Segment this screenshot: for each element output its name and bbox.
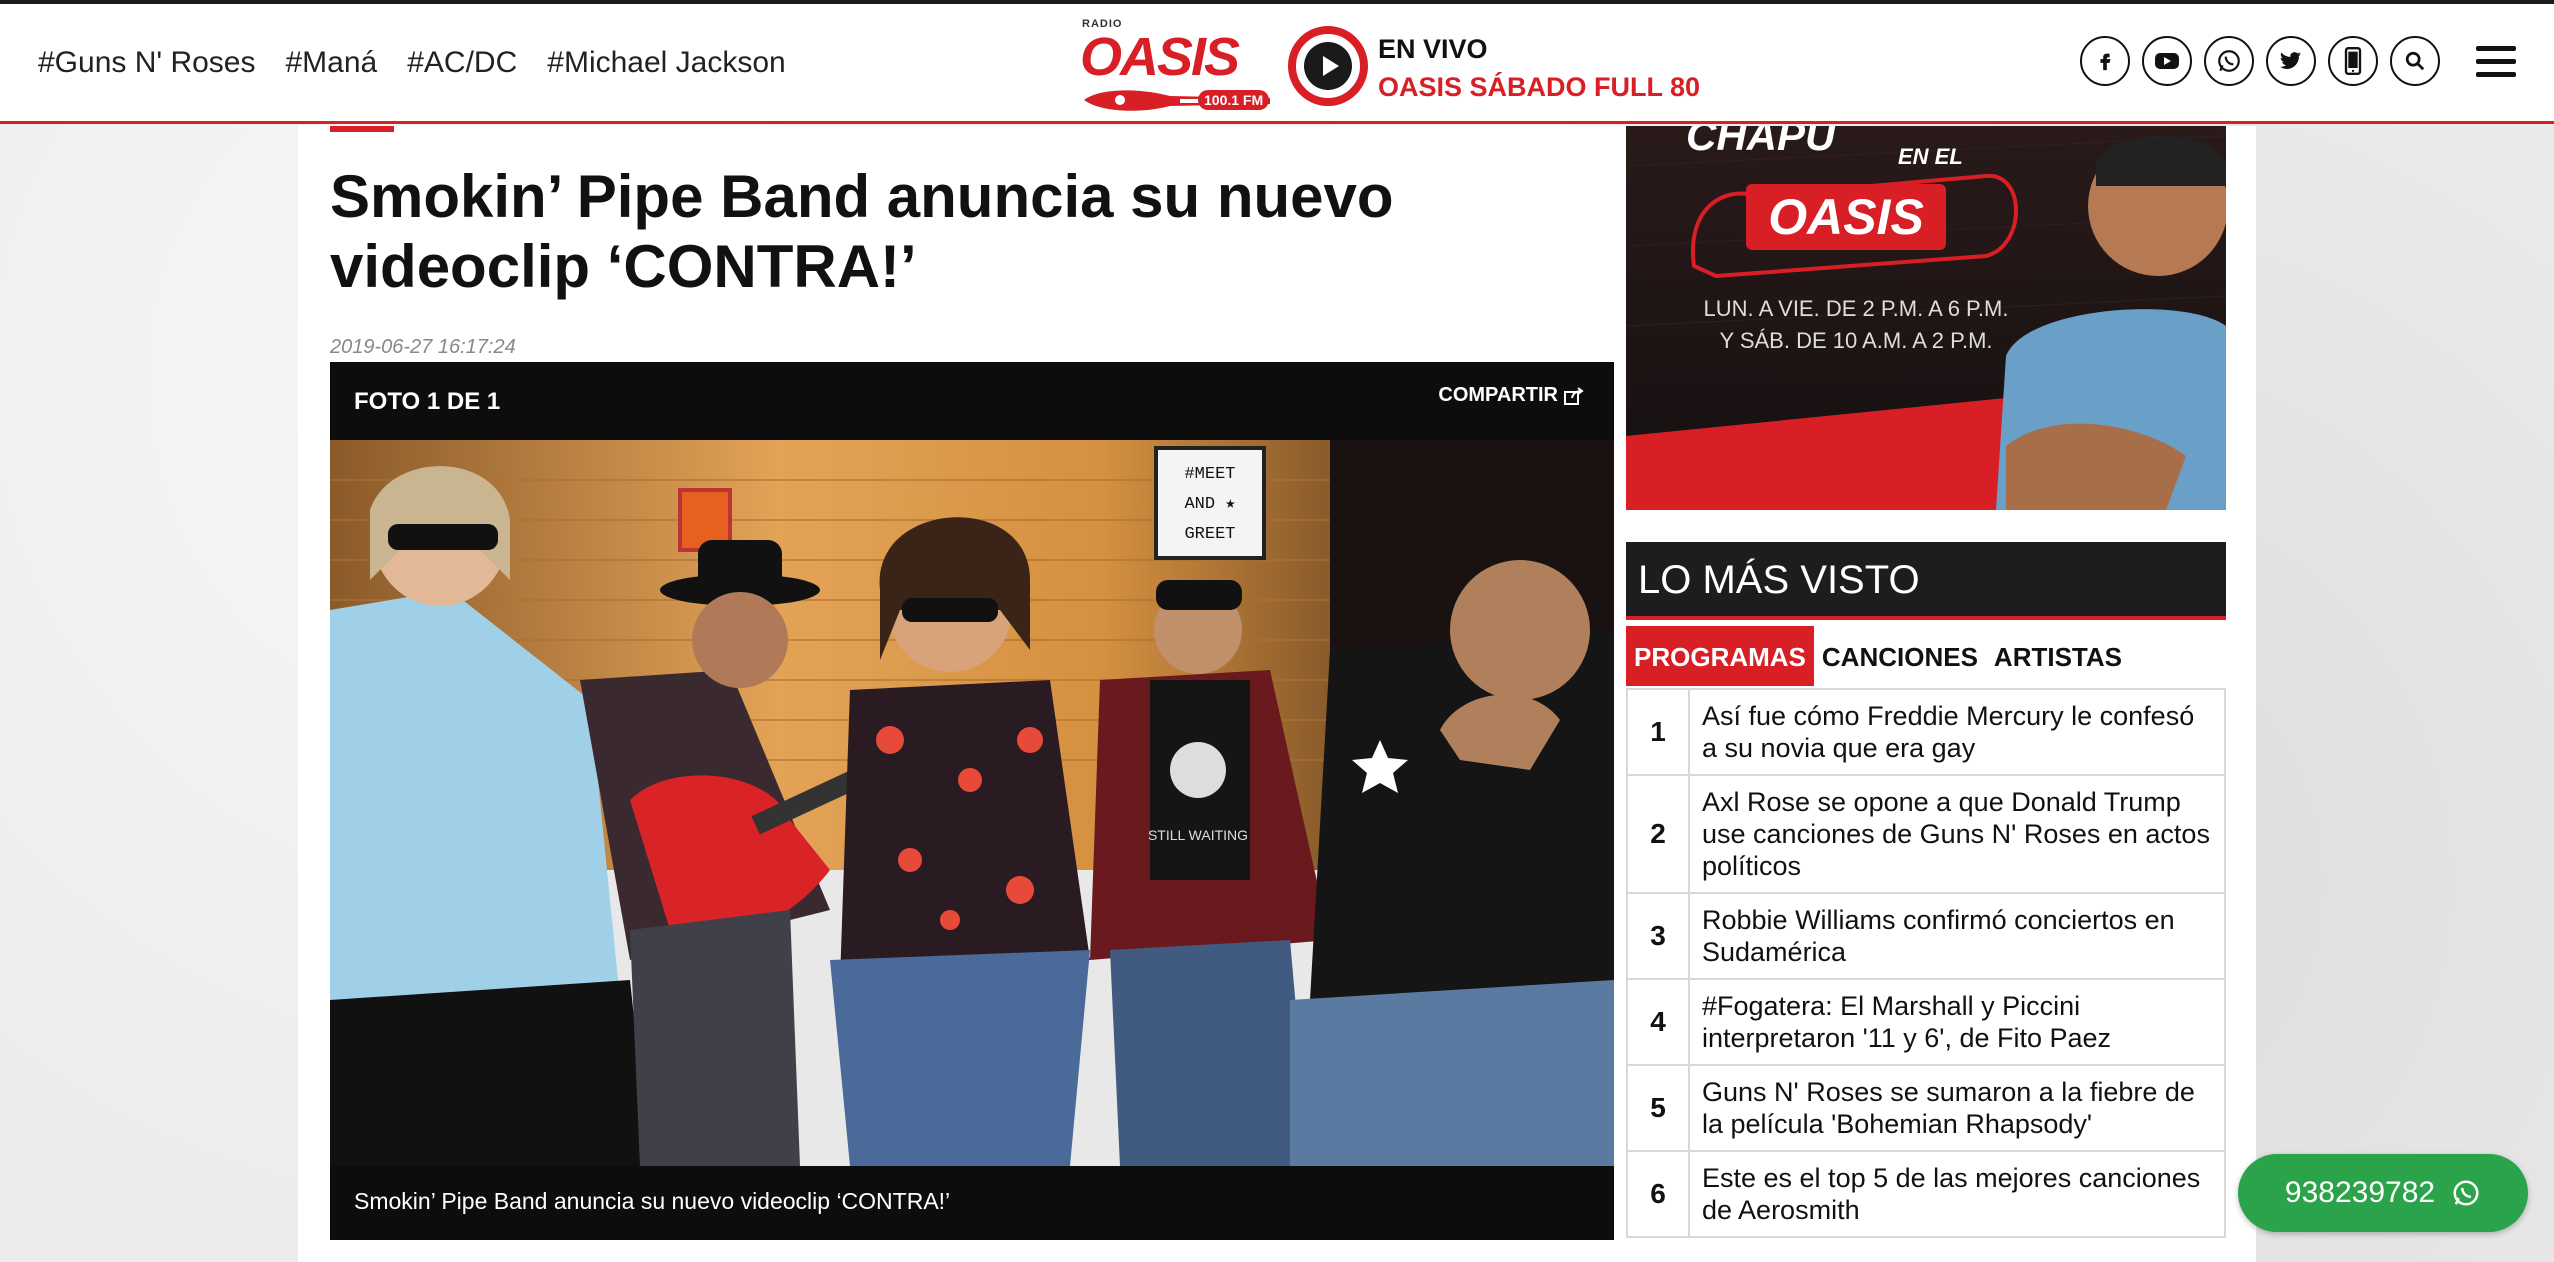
tag-link[interactable]: #Michael Jackson xyxy=(547,46,785,80)
trending-tags: #Guns N' Roses #Maná #AC/DC #Michael Jac… xyxy=(38,46,786,80)
whatsapp-contact-button[interactable]: 938239782 xyxy=(2238,1154,2528,1232)
ad-schedule-1: LUN. A VIE. DE 2 P.M. A 6 P.M. xyxy=(1704,296,2009,321)
item-rank: 3 xyxy=(1628,894,1690,978)
tag-link[interactable]: #Maná xyxy=(286,46,378,80)
logo-frequency: 100.1 FM xyxy=(1198,90,1270,110)
ad-banner[interactable]: CHAPU EN EL OASIS LUN. A VIE. DE 2 P.M. … xyxy=(1626,126,2226,510)
item-rank: 2 xyxy=(1628,776,1690,892)
most-viewed-list: 1 Así fue cómo Freddie Mercury le confes… xyxy=(1626,688,2226,1238)
sign-line-1: #MEET xyxy=(1184,465,1235,484)
youtube-icon[interactable] xyxy=(2142,36,2192,86)
article-date: 2019-06-27 16:17:24 xyxy=(330,336,516,358)
site-header: #Guns N' Roses #Maná #AC/DC #Michael Jac… xyxy=(0,4,2554,124)
photo-caption: Smokin’ Pipe Band anuncia su nuevo video… xyxy=(354,1188,951,1214)
photo-gallery: FOTO 1 DE 1 COMPARTIR #MEET AND ★ GREET … xyxy=(330,362,1614,1240)
menu-icon[interactable] xyxy=(2476,46,2516,78)
tab-artistas[interactable]: ARTISTAS xyxy=(1986,626,2130,686)
sign-line-3: GREET xyxy=(1184,525,1235,544)
facebook-icon[interactable] xyxy=(2080,36,2130,86)
tag-link[interactable]: #AC/DC xyxy=(407,46,517,80)
gallery-counter: FOTO 1 DE 1 xyxy=(354,388,501,415)
mobile-icon[interactable] xyxy=(2328,36,2378,86)
tab-canciones[interactable]: CANCIONES xyxy=(1814,626,1986,686)
share-label: COMPARTIR xyxy=(1438,384,1558,406)
ad-line-1: CHAPU xyxy=(1686,126,1837,159)
svg-text:STILL WAITING: STILL WAITING xyxy=(1148,827,1248,843)
list-item[interactable]: 4 #Fogatera: El Marshall y Piccini inter… xyxy=(1626,980,2226,1066)
whatsapp-icon[interactable] xyxy=(2204,36,2254,86)
item-rank: 1 xyxy=(1628,690,1690,774)
item-rank: 5 xyxy=(1628,1066,1690,1150)
share-icon xyxy=(1564,386,1584,405)
radio-oasis-logo[interactable]: RADIO OASIS 100.1 FM xyxy=(1080,14,1280,118)
list-item[interactable]: 6 Este es el top 5 de las mejores cancio… xyxy=(1626,1152,2226,1238)
tag-link[interactable]: #Guns N' Roses xyxy=(38,46,256,80)
item-title: Axl Rose se opone a que Donald Trump use… xyxy=(1702,787,2210,881)
ad-schedule-2: Y SÁB. DE 10 A.M. A 2 P.M. xyxy=(1719,328,1992,353)
item-title: Este es el top 5 de las mejores cancione… xyxy=(1702,1163,2201,1225)
whatsapp-icon xyxy=(2453,1180,2479,1206)
item-title: Guns N' Roses se sumaron a la fiebre de … xyxy=(1702,1077,2195,1139)
most-viewed-header: LO MÁS VISTO xyxy=(1626,542,2226,620)
item-title: #Fogatera: El Marshall y Piccini interpr… xyxy=(1702,991,2112,1053)
live-label: EN VIVO xyxy=(1378,34,1488,64)
item-title: Robbie Williams confirmó conciertos en S… xyxy=(1702,905,2175,967)
sign-line-2: AND ★ xyxy=(1184,495,1235,514)
whatsapp-number: 938239782 xyxy=(2284,1176,2436,1209)
share-button[interactable]: COMPARTIR xyxy=(1438,384,1584,407)
band-photo[interactable]: #MEET AND ★ GREET STILL WAITING xyxy=(330,440,1614,1166)
most-viewed-tabs: PROGRAMAS CANCIONES ARTISTAS xyxy=(1626,626,2130,686)
logo-name: OASIS xyxy=(1080,27,1240,87)
tab-programas[interactable]: PROGRAMAS xyxy=(1626,626,1814,686)
twitter-icon[interactable] xyxy=(2266,36,2316,86)
search-icon[interactable] xyxy=(2390,36,2440,86)
title-accent-bar xyxy=(330,126,394,132)
play-icon xyxy=(1304,42,1352,90)
ad-brand: OASIS xyxy=(1768,189,1924,245)
article-title: Smokin’ Pipe Band anuncia su nuevo video… xyxy=(330,163,1394,300)
item-rank: 6 xyxy=(1628,1152,1690,1236)
most-viewed-title: LO MÁS VISTO xyxy=(1638,558,1920,602)
social-links xyxy=(2080,36,2440,86)
list-item[interactable]: 1 Así fue cómo Freddie Mercury le confes… xyxy=(1626,688,2226,776)
ad-line-2: EN EL xyxy=(1898,144,1963,169)
list-item[interactable]: 3 Robbie Williams confirmó conciertos en… xyxy=(1626,894,2226,980)
list-item[interactable]: 5 Guns N' Roses se sumaron a la fiebre d… xyxy=(1626,1066,2226,1152)
list-item[interactable]: 2 Axl Rose se opone a que Donald Trump u… xyxy=(1626,776,2226,894)
item-title: Así fue cómo Freddie Mercury le confesó … xyxy=(1702,701,2195,763)
live-play-button[interactable] xyxy=(1288,26,1368,106)
item-rank: 4 xyxy=(1628,980,1690,1064)
live-show-title[interactable]: OASIS SÁBADO FULL 80 xyxy=(1378,72,1700,103)
